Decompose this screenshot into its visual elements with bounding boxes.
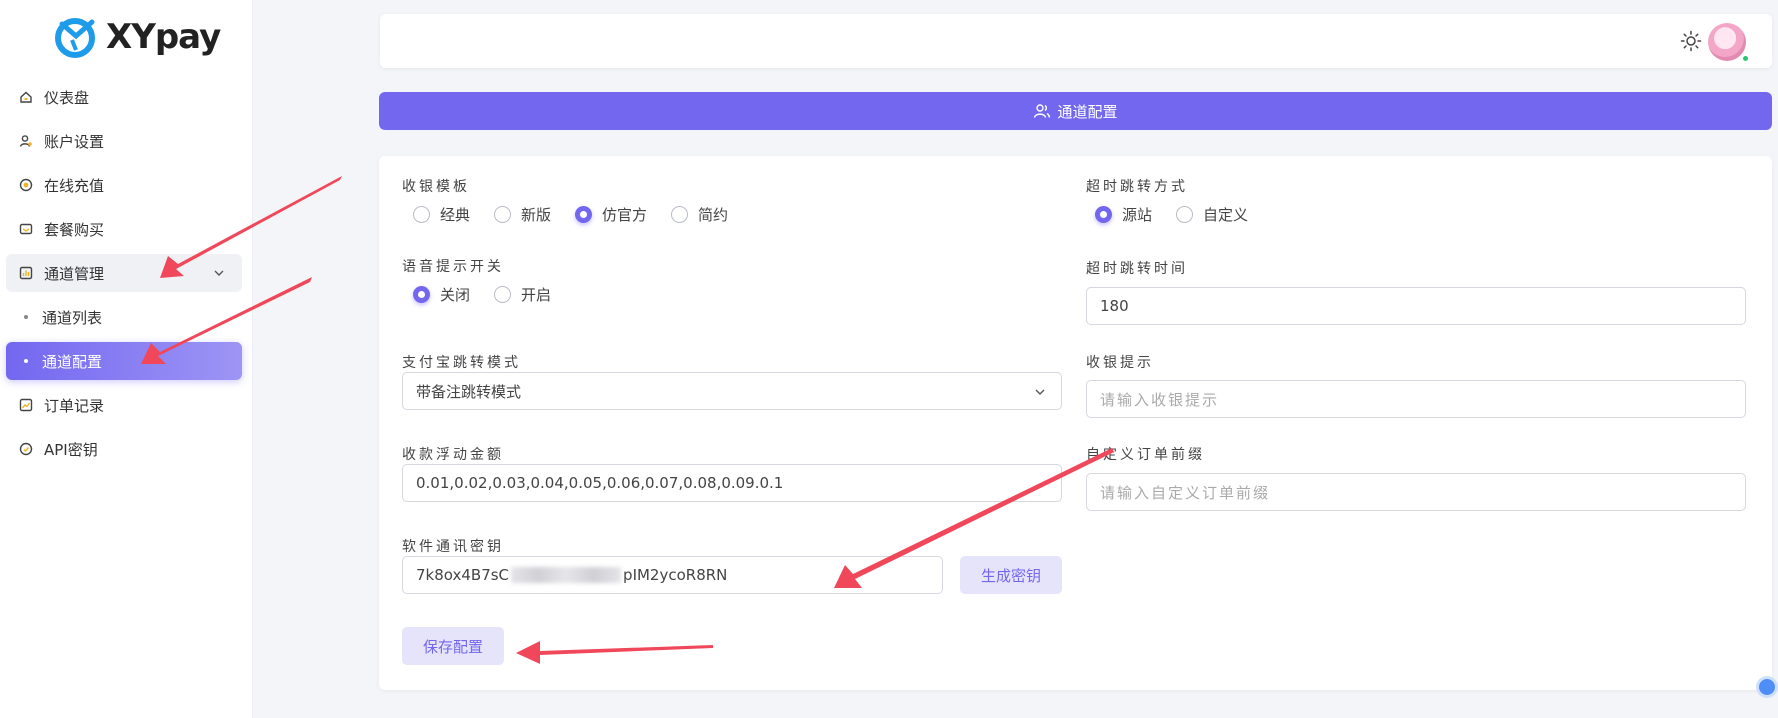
config-form-card: 收银模板 经典 新版 仿官方 简约 语音提示开关 关闭 开启 支付宝跳转模式 带… xyxy=(379,156,1778,698)
sidebar-item-orders[interactable]: 订单记录 xyxy=(6,386,242,424)
chevron-down-icon xyxy=(214,270,224,276)
sidebar-item-channel-config[interactable]: 通道配置 xyxy=(6,342,242,380)
input-value: 0.01,0.02,0.03,0.04,0.05,0.06,0.07,0.08,… xyxy=(416,474,784,492)
sidebar-item-label: 账户设置 xyxy=(44,132,105,151)
user-settings-icon xyxy=(18,133,34,149)
timeout-redirect-mode-label: 超时跳转方式 xyxy=(1086,179,1188,195)
radio-circle xyxy=(494,286,512,303)
sidebar-item-channel-management[interactable]: 通道管理 xyxy=(6,254,242,292)
radio-circle xyxy=(575,206,593,223)
radio-classic[interactable]: 经典 xyxy=(413,204,470,225)
topbar xyxy=(380,14,1772,68)
floating-help-badge[interactable] xyxy=(1756,676,1778,698)
radio-custom[interactable]: 自定义 xyxy=(1176,204,1248,225)
home-icon xyxy=(18,89,34,105)
radio-label: 新版 xyxy=(521,206,552,224)
input-placeholder: 请输入自定义订单前缀 xyxy=(1100,483,1271,502)
sidebar-item-channel-list[interactable]: 通道列表 xyxy=(6,298,242,336)
sidebar-item-label: 通道管理 xyxy=(44,264,105,283)
timeout-redirect-time-label: 超时跳转时间 xyxy=(1086,261,1188,277)
chevron-down-icon xyxy=(1035,389,1045,395)
radio-circle xyxy=(1095,206,1112,223)
float-amount-input[interactable]: 0.01,0.02,0.03,0.04,0.05,0.06,0.07,0.08,… xyxy=(402,464,1062,502)
sidebar-item-package[interactable]: 套餐购买 xyxy=(6,210,242,248)
radio-official[interactable]: 仿官方 xyxy=(575,204,647,225)
comm-key-label: 软件通讯密钥 xyxy=(402,539,504,555)
cashier-template-label: 收银模板 xyxy=(402,179,470,195)
chart-icon xyxy=(18,265,34,281)
sidebar-item-label: API密钥 xyxy=(44,440,98,459)
bullet-icon xyxy=(24,315,28,319)
sidebar-item-label: 套餐购买 xyxy=(44,220,105,239)
sidebar-item-label: 通道配置 xyxy=(42,352,103,371)
sidebar-item-label: 仪表盘 xyxy=(44,88,90,107)
radio-label: 开启 xyxy=(521,286,552,304)
sidebar: XYpay 仪表盘 账户设置 在线充值 套餐购买 通道管理 通道列表 通道配置 … xyxy=(0,0,253,718)
sun-icon[interactable] xyxy=(1680,30,1702,52)
online-status-badge xyxy=(1741,54,1750,63)
logo[interactable]: XYpay xyxy=(52,14,221,60)
logo-icon xyxy=(55,18,95,58)
save-config-button[interactable]: 保存配置 xyxy=(402,627,504,665)
key-value-start: 7k8ox4B7sC xyxy=(416,566,510,584)
alipay-redirect-mode-select[interactable]: 带备注跳转模式 xyxy=(402,372,1062,410)
cart-icon xyxy=(18,221,34,237)
order-prefix-label: 自定义订单前缀 xyxy=(1086,447,1205,463)
radio-origin-site[interactable]: 源站 xyxy=(1095,204,1152,225)
cashier-template-radios: 经典 新版 仿官方 简约 xyxy=(413,204,752,225)
sidebar-item-api-key[interactable]: API密钥 xyxy=(6,430,242,468)
input-value: 180 xyxy=(1100,297,1129,315)
timeout-redirect-mode-radios: 源站 自定义 xyxy=(1095,204,1272,225)
order-prefix-input[interactable]: 请输入自定义订单前缀 xyxy=(1086,473,1746,511)
voice-switch-radios: 关闭 开启 xyxy=(413,284,575,305)
radio-circle xyxy=(1176,206,1194,223)
radio-on[interactable]: 开启 xyxy=(494,284,551,305)
select-value: 带备注跳转模式 xyxy=(416,382,522,401)
avatar[interactable] xyxy=(1708,23,1746,61)
voice-switch-label: 语音提示开关 xyxy=(402,259,504,275)
input-placeholder: 请输入收银提示 xyxy=(1100,390,1220,409)
users-icon xyxy=(1034,104,1051,118)
key-value-end: pIM2ycoR8RN xyxy=(623,566,728,584)
timeout-redirect-time-input[interactable]: 180 xyxy=(1086,287,1746,325)
bullet-icon xyxy=(24,359,28,363)
radio-off[interactable]: 关闭 xyxy=(413,284,470,305)
sidebar-item-label: 订单记录 xyxy=(44,396,105,415)
trend-icon xyxy=(18,397,34,413)
sidebar-item-account-settings[interactable]: 账户设置 xyxy=(6,122,242,160)
cashier-tip-input[interactable]: 请输入收银提示 xyxy=(1086,380,1746,418)
radio-new[interactable]: 新版 xyxy=(494,204,551,225)
generate-key-button[interactable]: 生成密钥 xyxy=(960,556,1062,594)
radio-circle xyxy=(671,206,689,223)
page-title: 通道配置 xyxy=(1057,102,1118,121)
logo-text: XYpay xyxy=(106,17,221,57)
sidebar-item-recharge[interactable]: 在线充值 xyxy=(6,166,242,204)
radio-simple[interactable]: 简约 xyxy=(671,204,728,225)
radio-label: 简约 xyxy=(698,206,729,224)
coin-icon xyxy=(18,177,34,193)
sidebar-item-label: 在线充值 xyxy=(44,176,105,195)
radio-label: 仿官方 xyxy=(602,206,648,224)
cashier-tip-label: 收银提示 xyxy=(1086,355,1154,371)
redacted-blur xyxy=(511,567,622,583)
sidebar-item-dashboard[interactable]: 仪表盘 xyxy=(6,78,242,116)
radio-circle xyxy=(413,286,430,303)
radio-label: 关闭 xyxy=(440,286,471,304)
radio-label: 源站 xyxy=(1122,206,1153,224)
alipay-redirect-mode-label: 支付宝跳转模式 xyxy=(402,355,521,371)
page-header-bar: 通道配置 xyxy=(379,92,1772,130)
sidebar-item-label: 通道列表 xyxy=(42,308,103,327)
key-icon xyxy=(18,441,34,457)
radio-label: 经典 xyxy=(440,206,471,224)
radio-circle xyxy=(413,206,430,223)
radio-circle xyxy=(494,206,512,223)
comm-key-input[interactable]: 7k8ox4B7sC pIM2ycoR8RN xyxy=(402,556,943,594)
radio-label: 自定义 xyxy=(1203,206,1249,224)
sidebar-menu: 仪表盘 账户设置 在线充值 套餐购买 通道管理 通道列表 通道配置 订单记录 A… xyxy=(6,78,242,474)
float-amount-label: 收款浮动金额 xyxy=(402,447,504,463)
